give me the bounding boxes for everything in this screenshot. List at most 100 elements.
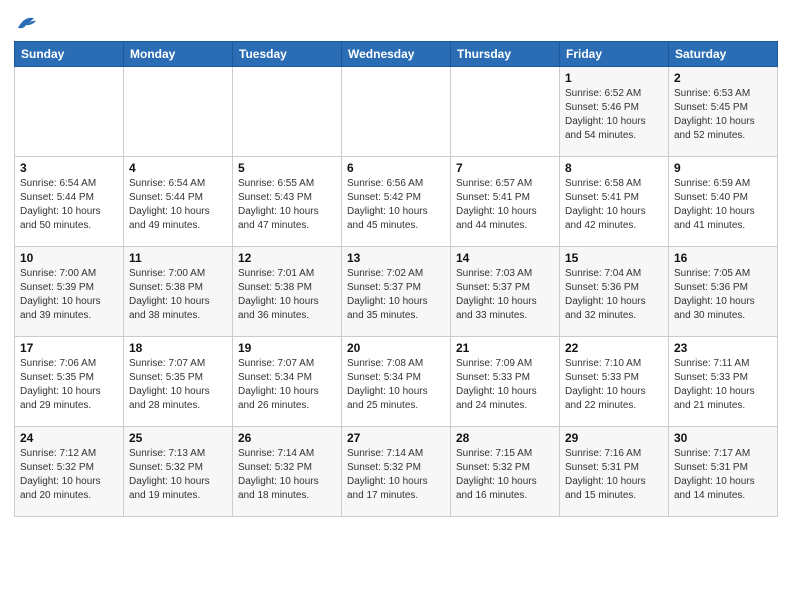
day-header-friday: Friday bbox=[560, 42, 669, 67]
day-number: 4 bbox=[129, 161, 227, 175]
day-info: Sunrise: 6:58 AM Sunset: 5:41 PM Dayligh… bbox=[565, 177, 663, 233]
logo-bird-icon bbox=[16, 14, 38, 32]
day-info: Sunrise: 7:00 AM Sunset: 5:39 PM Dayligh… bbox=[20, 267, 118, 323]
day-number: 26 bbox=[238, 431, 336, 445]
calendar-cell: 25 Sunrise: 7:13 AM Sunset: 5:32 PM Dayli… bbox=[124, 427, 233, 517]
day-number: 21 bbox=[456, 341, 554, 355]
day-number: 8 bbox=[565, 161, 663, 175]
calendar-cell bbox=[342, 67, 451, 157]
day-header-wednesday: Wednesday bbox=[342, 42, 451, 67]
header bbox=[14, 10, 778, 37]
day-header-sunday: Sunday bbox=[15, 42, 124, 67]
day-number: 17 bbox=[20, 341, 118, 355]
calendar-cell: 22 Sunrise: 7:10 AM Sunset: 5:33 PM Dayli… bbox=[560, 337, 669, 427]
day-info: Sunrise: 6:59 AM Sunset: 5:40 PM Dayligh… bbox=[674, 177, 772, 233]
calendar-cell: 1 Sunrise: 6:52 AM Sunset: 5:46 PM Daylig… bbox=[560, 67, 669, 157]
calendar-cell: 10 Sunrise: 7:00 AM Sunset: 5:39 PM Dayli… bbox=[15, 247, 124, 337]
calendar-cell: 14Sunrise: 7:03 AM Sunset: 5:37 PM Dayli… bbox=[451, 247, 560, 337]
day-header-monday: Monday bbox=[124, 42, 233, 67]
day-number: 27 bbox=[347, 431, 445, 445]
day-info: Sunrise: 7:17 AM Sunset: 5:31 PM Dayligh… bbox=[674, 447, 772, 503]
day-number: 3 bbox=[20, 161, 118, 175]
calendar-cell bbox=[233, 67, 342, 157]
day-info: Sunrise: 6:56 AM Sunset: 5:42 PM Dayligh… bbox=[347, 177, 445, 233]
day-number: 15 bbox=[565, 251, 663, 265]
day-number: 22 bbox=[565, 341, 663, 355]
day-info: Sunrise: 7:02 AM Sunset: 5:37 PM Dayligh… bbox=[347, 267, 445, 323]
day-number: 12 bbox=[238, 251, 336, 265]
day-number: 29 bbox=[565, 431, 663, 445]
day-info: Sunrise: 7:04 AM Sunset: 5:36 PM Dayligh… bbox=[565, 267, 663, 323]
logo-text bbox=[14, 14, 38, 37]
calendar-week-3: 10 Sunrise: 7:00 AM Sunset: 5:39 PM Dayli… bbox=[15, 247, 778, 337]
calendar-cell: 21Sunrise: 7:09 AM Sunset: 5:33 PM Dayli… bbox=[451, 337, 560, 427]
calendar-cell: 24Sunrise: 7:12 AM Sunset: 5:32 PM Dayli… bbox=[15, 427, 124, 517]
day-number: 5 bbox=[238, 161, 336, 175]
day-info: Sunrise: 7:07 AM Sunset: 5:34 PM Dayligh… bbox=[238, 357, 336, 413]
calendar-cell bbox=[124, 67, 233, 157]
calendar-cell: 7 Sunrise: 6:57 AM Sunset: 5:41 PM Daylig… bbox=[451, 157, 560, 247]
calendar-cell: 19 Sunrise: 7:07 AM Sunset: 5:34 PM Dayli… bbox=[233, 337, 342, 427]
calendar-cell: 15 Sunrise: 7:04 AM Sunset: 5:36 PM Dayli… bbox=[560, 247, 669, 337]
day-header-tuesday: Tuesday bbox=[233, 42, 342, 67]
day-number: 19 bbox=[238, 341, 336, 355]
day-info: Sunrise: 6:52 AM Sunset: 5:46 PM Dayligh… bbox=[565, 87, 663, 143]
day-number: 2 bbox=[674, 71, 772, 85]
day-info: Sunrise: 7:07 AM Sunset: 5:35 PM Dayligh… bbox=[129, 357, 227, 413]
day-number: 7 bbox=[456, 161, 554, 175]
day-info: Sunrise: 7:08 AM Sunset: 5:34 PM Dayligh… bbox=[347, 357, 445, 413]
day-info: Sunrise: 7:15 AM Sunset: 5:32 PM Dayligh… bbox=[456, 447, 554, 503]
calendar-cell bbox=[451, 67, 560, 157]
day-number: 10 bbox=[20, 251, 118, 265]
calendar-cell: 11 Sunrise: 7:00 AM Sunset: 5:38 PM Dayli… bbox=[124, 247, 233, 337]
day-info: Sunrise: 7:16 AM Sunset: 5:31 PM Dayligh… bbox=[565, 447, 663, 503]
calendar-cell: 26Sunrise: 7:14 AM Sunset: 5:32 PM Dayli… bbox=[233, 427, 342, 517]
day-number: 9 bbox=[674, 161, 772, 175]
day-info: Sunrise: 6:53 AM Sunset: 5:45 PM Dayligh… bbox=[674, 87, 772, 143]
calendar-cell: 27Sunrise: 7:14 AM Sunset: 5:32 PM Dayli… bbox=[342, 427, 451, 517]
day-info: Sunrise: 7:10 AM Sunset: 5:33 PM Dayligh… bbox=[565, 357, 663, 413]
day-info: Sunrise: 7:01 AM Sunset: 5:38 PM Dayligh… bbox=[238, 267, 336, 323]
day-number: 11 bbox=[129, 251, 227, 265]
calendar-cell: 28 Sunrise: 7:15 AM Sunset: 5:32 PM Dayli… bbox=[451, 427, 560, 517]
calendar-cell bbox=[15, 67, 124, 157]
day-number: 18 bbox=[129, 341, 227, 355]
day-number: 28 bbox=[456, 431, 554, 445]
day-info: Sunrise: 7:00 AM Sunset: 5:38 PM Dayligh… bbox=[129, 267, 227, 323]
day-number: 1 bbox=[565, 71, 663, 85]
calendar-cell: 6 Sunrise: 6:56 AM Sunset: 5:42 PM Daylig… bbox=[342, 157, 451, 247]
calendar-week-5: 24Sunrise: 7:12 AM Sunset: 5:32 PM Dayli… bbox=[15, 427, 778, 517]
day-number: 6 bbox=[347, 161, 445, 175]
day-number: 20 bbox=[347, 341, 445, 355]
calendar-cell: 20 Sunrise: 7:08 AM Sunset: 5:34 PM Dayli… bbox=[342, 337, 451, 427]
day-number: 23 bbox=[674, 341, 772, 355]
day-number: 30 bbox=[674, 431, 772, 445]
calendar-week-2: 3 Sunrise: 6:54 AM Sunset: 5:44 PM Daylig… bbox=[15, 157, 778, 247]
day-info: Sunrise: 7:13 AM Sunset: 5:32 PM Dayligh… bbox=[129, 447, 227, 503]
calendar-cell: 23 Sunrise: 7:11 AM Sunset: 5:33 PM Dayli… bbox=[669, 337, 778, 427]
day-number: 13 bbox=[347, 251, 445, 265]
calendar-cell: 3 Sunrise: 6:54 AM Sunset: 5:44 PM Daylig… bbox=[15, 157, 124, 247]
calendar-cell: 8 Sunrise: 6:58 AM Sunset: 5:41 PM Daylig… bbox=[560, 157, 669, 247]
day-info: Sunrise: 7:03 AM Sunset: 5:37 PM Dayligh… bbox=[456, 267, 554, 323]
calendar-week-1: 1 Sunrise: 6:52 AM Sunset: 5:46 PM Daylig… bbox=[15, 67, 778, 157]
day-header-thursday: Thursday bbox=[451, 42, 560, 67]
day-number: 16 bbox=[674, 251, 772, 265]
calendar-table: SundayMondayTuesdayWednesdayThursdayFrid… bbox=[14, 41, 778, 517]
day-info: Sunrise: 7:11 AM Sunset: 5:33 PM Dayligh… bbox=[674, 357, 772, 413]
calendar-cell: 16 Sunrise: 7:05 AM Sunset: 5:36 PM Dayli… bbox=[669, 247, 778, 337]
day-info: Sunrise: 7:06 AM Sunset: 5:35 PM Dayligh… bbox=[20, 357, 118, 413]
day-number: 25 bbox=[129, 431, 227, 445]
calendar-cell: 29 Sunrise: 7:16 AM Sunset: 5:31 PM Dayli… bbox=[560, 427, 669, 517]
calendar-cell: 12 Sunrise: 7:01 AM Sunset: 5:38 PM Dayli… bbox=[233, 247, 342, 337]
day-info: Sunrise: 7:05 AM Sunset: 5:36 PM Dayligh… bbox=[674, 267, 772, 323]
day-info: Sunrise: 6:54 AM Sunset: 5:44 PM Dayligh… bbox=[20, 177, 118, 233]
day-info: Sunrise: 6:55 AM Sunset: 5:43 PM Dayligh… bbox=[238, 177, 336, 233]
day-info: Sunrise: 6:57 AM Sunset: 5:41 PM Dayligh… bbox=[456, 177, 554, 233]
calendar-cell: 2 Sunrise: 6:53 AM Sunset: 5:45 PM Daylig… bbox=[669, 67, 778, 157]
calendar-cell: 5 Sunrise: 6:55 AM Sunset: 5:43 PM Daylig… bbox=[233, 157, 342, 247]
day-number: 24 bbox=[20, 431, 118, 445]
calendar-cell: 9 Sunrise: 6:59 AM Sunset: 5:40 PM Daylig… bbox=[669, 157, 778, 247]
day-info: Sunrise: 6:54 AM Sunset: 5:44 PM Dayligh… bbox=[129, 177, 227, 233]
calendar-cell: 17 Sunrise: 7:06 AM Sunset: 5:35 PM Dayli… bbox=[15, 337, 124, 427]
